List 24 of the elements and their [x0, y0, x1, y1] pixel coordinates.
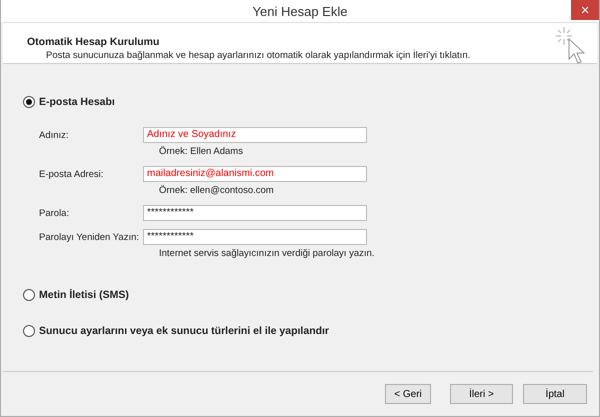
window-title: Yeni Hesap Ekle: [252, 4, 348, 18]
hint-text: Internet servis sağlayıcınızın verdiği parolayı yazın.: [158, 248, 376, 259]
input-field[interactable]: mailadresiniz@alanismi.com: [143, 166, 367, 182]
option-label: Sunucu ayarlarını veya ek sunucu türlerini el ile yapılandır: [39, 325, 330, 337]
radio-button[interactable]: [23, 325, 35, 337]
radio-button[interactable]: [23, 289, 35, 301]
hint-text: Örnek: Ellen Adams: [158, 146, 244, 157]
dialog-button[interactable]: < Geri: [385, 384, 431, 404]
section-title: Otomatik Hesap Kurulumu: [27, 36, 160, 48]
close-button[interactable]: ✕: [571, 0, 599, 20]
field-label: Adınız:: [39, 130, 70, 140]
field-label: Parolayı Yeniden Yazın:: [39, 232, 140, 242]
section-description: Posta sunucunuza bağlanmak ve hesap ayarlarınızı otomatik olarak yapılandırmak için İleri'yi tıklatın.: [45, 50, 470, 61]
input-field[interactable]: Adınız ve Soyadınız: [143, 127, 367, 143]
password-field[interactable]: ************: [143, 205, 367, 221]
dialog-button[interactable]: İptal: [523, 384, 587, 404]
radio-button[interactable]: [23, 96, 35, 108]
option-label: E-posta Hesabı: [39, 96, 115, 108]
dialog-button[interactable]: İleri >: [450, 384, 513, 404]
field-label: Parola:: [39, 208, 70, 218]
field-label: E-posta Adresi:: [39, 168, 104, 180]
password-field[interactable]: ************: [143, 229, 367, 245]
option-label: Metin İletisi (SMS): [39, 289, 129, 301]
hint-text: Örnek: ellen@contoso.com: [158, 185, 275, 196]
